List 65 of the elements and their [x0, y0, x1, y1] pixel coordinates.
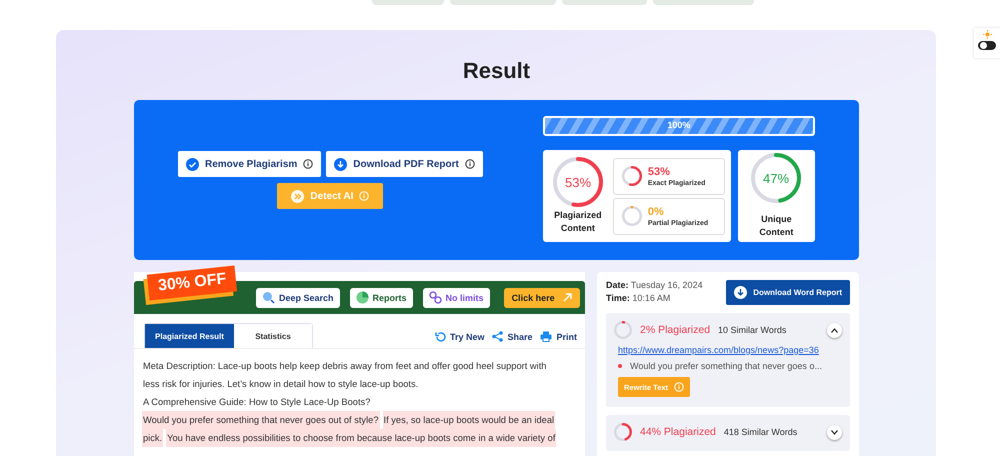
plagiarized-label: Plagiarized Content	[553, 209, 603, 235]
download-circle-icon	[734, 286, 748, 299]
info-icon	[674, 382, 684, 392]
text-line: A Comprehensive Guide: How to Style Lace-Up Boots?	[142, 396, 372, 409]
bullet-dot	[618, 364, 622, 368]
similar-words: 418 Similar Words	[724, 427, 798, 437]
arrow-icon	[562, 293, 572, 302]
unique-label: Unique Content	[758, 213, 794, 239]
page-title: Result	[462, 58, 532, 84]
plagiarized-ring: 53%	[552, 157, 603, 207]
expand-button[interactable]	[827, 322, 842, 338]
forward-circle-icon	[291, 190, 304, 202]
breakdown-value: 53%	[648, 166, 671, 178]
theme-switch[interactable]	[978, 41, 996, 50]
time-text: Time: 10:16 AM	[606, 293, 672, 303]
result-tab[interactable]: Plagiarized Result	[145, 324, 234, 348]
progress-reading: 100%	[666, 120, 692, 130]
check-circle-icon	[186, 158, 199, 170]
top-tab[interactable]	[653, 0, 754, 5]
download-pdf-button[interactable]: Download PDF Report	[326, 151, 483, 177]
source-percent: 44% Plagiarized	[640, 426, 716, 438]
date-text: Date: Tuesday 16, 2024	[606, 280, 703, 290]
top-tab[interactable]	[562, 0, 647, 5]
info-icon	[464, 159, 475, 169]
source-link[interactable]: https://www.dreampairs.com/blogs/news?page=36	[614, 345, 842, 355]
try-new-button[interactable]: Try New	[434, 331, 484, 342]
share-icon	[492, 331, 504, 342]
sun-icon	[982, 30, 992, 39]
printer-icon	[540, 331, 552, 342]
similar-words: 10 Similar Words	[718, 325, 788, 335]
unique-ring: 47%	[751, 153, 802, 203]
info-icon	[359, 191, 370, 201]
highlighted-text: Would you prefer something that never goes out of style?	[142, 411, 380, 429]
download-word-button[interactable]: Download Word Report	[726, 280, 850, 305]
chevron-icon	[831, 328, 838, 332]
source-snippet: Would you prefer something that never goes o...	[630, 361, 822, 371]
highlighted-text: You have endless possibilities to choose from because lace-up boots come in a wide variety of	[166, 429, 556, 447]
source-ring	[614, 321, 632, 339]
highlighted-text: If yes, so lace-up boots would be an ideal	[382, 411, 556, 429]
top-tab[interactable]	[372, 0, 444, 5]
info-icon	[303, 159, 314, 169]
expand-button[interactable]	[827, 424, 842, 440]
source-ring	[614, 423, 632, 441]
deep-search-button[interactable]: Deep Search	[256, 288, 340, 308]
text-line: less risk for injuries. Let’s know in detail how to style lace-up boots.	[142, 378, 420, 391]
chevron-icon	[831, 430, 838, 434]
pie-chart-icon	[356, 291, 369, 304]
click-here-button[interactable]: Click here	[504, 288, 580, 308]
highlighted-text: pick.	[142, 429, 164, 447]
print-button[interactable]: Print	[540, 331, 577, 342]
link-icon	[428, 291, 442, 304]
refresh-icon	[434, 331, 446, 342]
search-icon	[262, 291, 275, 304]
breakdown-value: 0%	[648, 206, 665, 218]
source-percent: 2% Plagiarized	[640, 324, 710, 336]
reports-button[interactable]: Reports	[350, 288, 413, 308]
text-line: Meta Description: Lace-up boots help keep debris away from feet and offer good heel support with	[142, 360, 548, 373]
mini-ring	[622, 206, 642, 226]
download-circle-icon	[334, 158, 348, 170]
top-tab[interactable]	[450, 0, 556, 5]
mini-ring	[622, 166, 642, 186]
no-limits-button[interactable]: No limits	[422, 288, 490, 308]
share-button[interactable]: Share	[492, 331, 532, 342]
discount-badge: 30% OFF	[146, 265, 238, 301]
remove-plagiarism-button[interactable]: Remove Plagiarism	[178, 151, 322, 177]
